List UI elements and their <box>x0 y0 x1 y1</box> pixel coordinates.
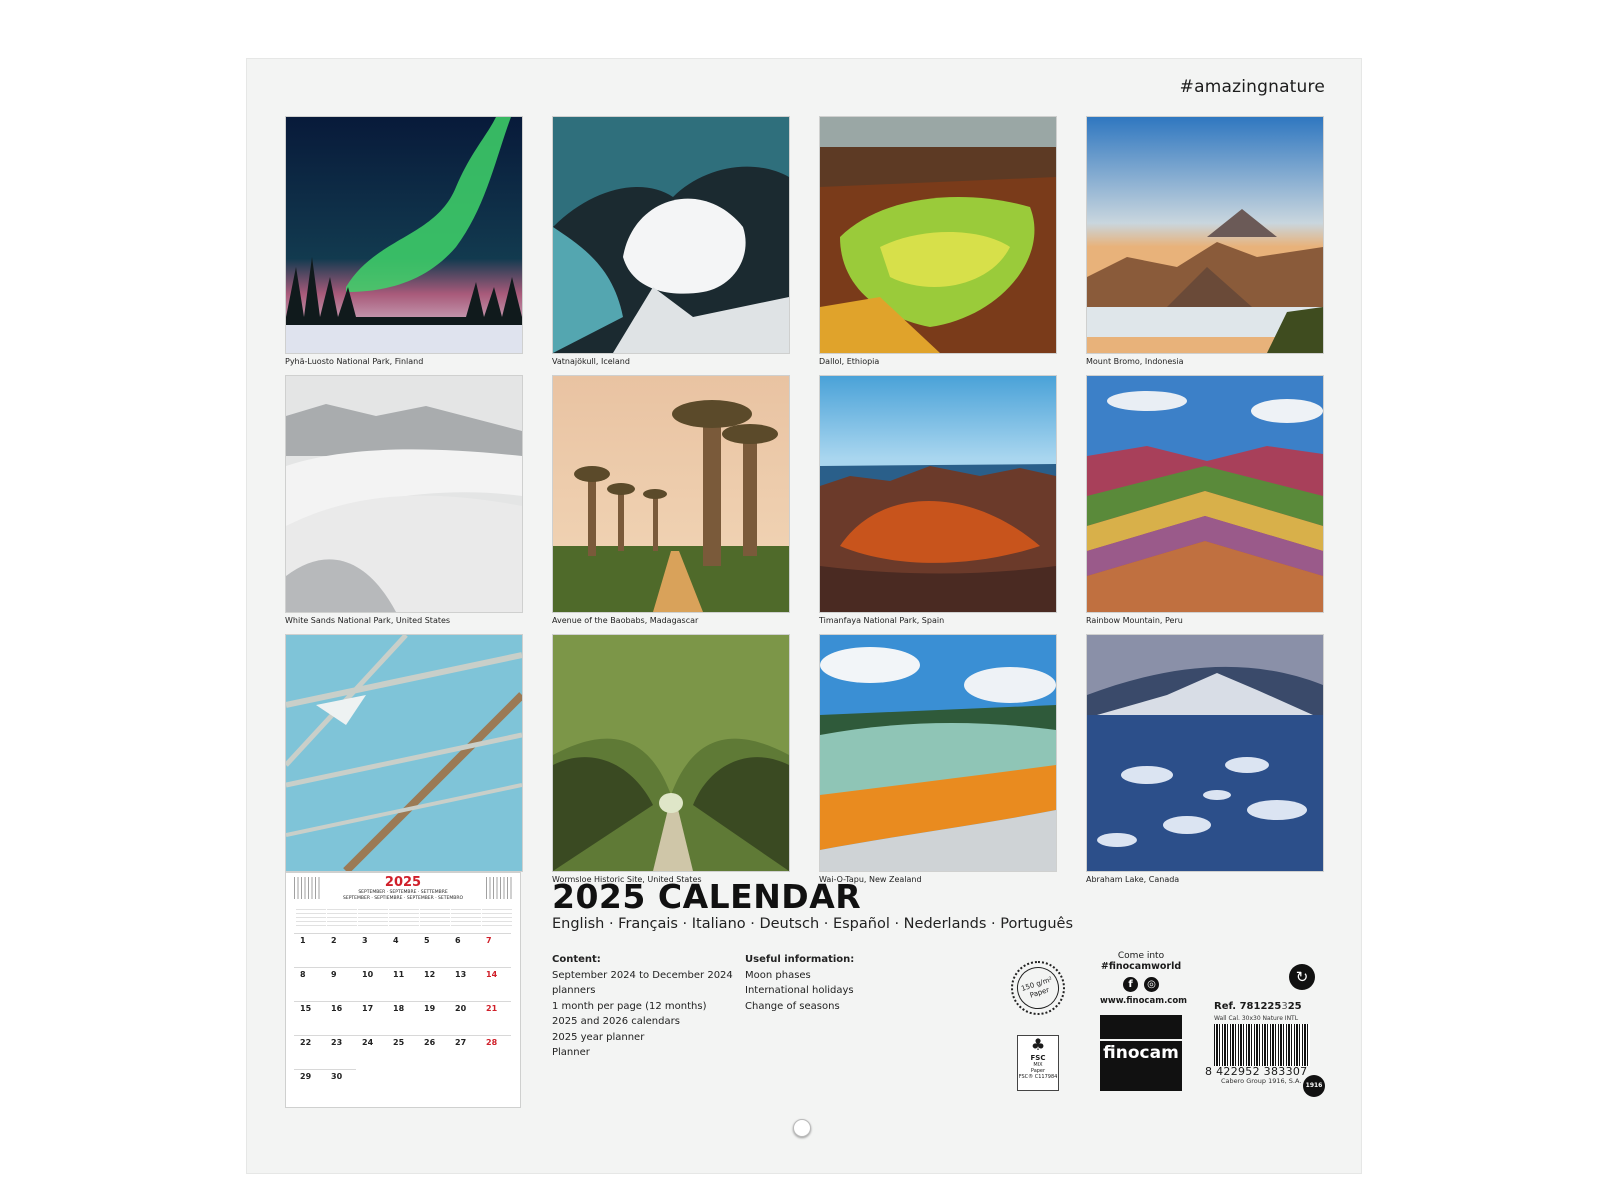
brand-bar-bottom <box>1100 1067 1182 1091</box>
day-cell: 11 <box>387 967 418 1001</box>
hashtag: #amazingnature <box>1179 77 1325 97</box>
day-cell: 16 <box>325 1001 356 1035</box>
photo-wai-o-tapu <box>819 634 1057 872</box>
facebook-icon[interactable]: f <box>1123 977 1138 992</box>
day-cell: 7 <box>480 933 511 967</box>
day-cell: 28 <box>480 1035 511 1069</box>
useful-info-list: Useful information: Moon phases Internat… <box>745 954 855 1012</box>
day-cell: 18 <box>387 1001 418 1035</box>
photo-dallol <box>819 116 1057 354</box>
photo-white-sands <box>285 375 523 613</box>
day-cell: 2 <box>325 933 356 967</box>
website-link[interactable]: www.finocam.com <box>1100 996 1187 1006</box>
recycle-icon: ↻ <box>1289 964 1315 990</box>
brand-social-block: Come into #finocamworld f ◎ www.finocam.c… <box>1100 951 1188 1006</box>
day-cell: 6 <box>449 933 480 967</box>
day-cell: 22 <box>294 1035 325 1069</box>
day-cell: 25 <box>387 1035 418 1069</box>
finocam-logo: finocam <box>1100 1039 1182 1069</box>
company-name: Cabero Group 1916, S.A. <box>1221 1077 1302 1085</box>
weekday-header <box>327 906 357 928</box>
day-cell: 5 <box>418 933 449 967</box>
photo-caption: White Sands National Park, United States <box>285 616 451 625</box>
anniversary-badge: 1916 <box>1303 1075 1325 1097</box>
photo-caption: Mount Bromo, Indonesia <box>1086 357 1184 366</box>
day-cell: 10 <box>356 967 387 1001</box>
day-cell: 12 <box>418 967 449 1001</box>
day-cell: 14 <box>480 967 511 1001</box>
photo-baobabs <box>552 375 790 613</box>
photo-abraham-lake <box>1086 634 1324 872</box>
weekday-header <box>420 906 450 928</box>
day-cell: 23 <box>325 1035 356 1069</box>
photo-aurora <box>285 116 523 354</box>
photo-ice-cave <box>552 116 790 354</box>
photo-caption: Vatnajökull, Iceland <box>552 357 630 366</box>
fsc-tree-icon: ♣ <box>1030 1035 1046 1054</box>
language-list: English · Français · Italiano · Deutsch … <box>552 916 1074 932</box>
preview-month-names: SEPTEMBER · SEPTEMBRE · SETTEMBRE SEPTEM… <box>343 890 463 901</box>
product-title: 2025 CALENDAR <box>552 877 862 916</box>
day-cell: 8 <box>294 967 325 1001</box>
weekday-header <box>296 906 326 928</box>
weekday-header <box>482 906 512 928</box>
calendar-back-cover: #amazingnature Pyhä-Luosto National Park… <box>246 58 1362 1174</box>
month-page-preview: 2025 SEPTEMBER · SEPTEMBRE · SETTEMBRE S… <box>285 872 521 1108</box>
day-cell: 20 <box>449 1001 480 1035</box>
day-cell: 4 <box>387 933 418 967</box>
photo-timanfaya <box>819 375 1057 613</box>
product-reference: Ref. 781225325 <box>1214 1001 1302 1012</box>
weekday-header <box>389 906 419 928</box>
content-list: Content: September 2024 to December 2024… <box>552 954 733 1058</box>
day-cell: 3 <box>356 933 387 967</box>
product-description: Wall Cal. 30x30 Nature INTL <box>1214 1015 1299 1022</box>
preview-year: 2025 <box>384 875 422 890</box>
weekday-header <box>358 906 388 928</box>
brand-bar-top <box>1100 1015 1182 1039</box>
day-cell: 24 <box>356 1035 387 1069</box>
day-cell: 30 <box>325 1069 356 1103</box>
photo-caption: Avenue of the Baobabs, Madagascar <box>552 616 699 625</box>
day-cell: 9 <box>325 967 356 1001</box>
day-cell: 17 <box>356 1001 387 1035</box>
photo-caption: Abraham Lake, Canada <box>1086 875 1180 884</box>
photo-salt-ponds <box>285 634 523 872</box>
day-cell: 19 <box>418 1001 449 1035</box>
day-cell: 26 <box>418 1035 449 1069</box>
weekday-header <box>451 906 481 928</box>
photo-bromo <box>1086 116 1324 354</box>
instagram-icon[interactable]: ◎ <box>1144 977 1159 992</box>
day-cell: 27 <box>449 1035 480 1069</box>
photo-caption: Rainbow Mountain, Peru <box>1086 616 1183 625</box>
day-cell: 29 <box>294 1069 325 1103</box>
day-cell: 15 <box>294 1001 325 1035</box>
photo-oak-avenue <box>552 634 790 872</box>
fsc-logo: ♣ FSC MIX Paper FSC® C117984 <box>1017 1035 1059 1091</box>
day-grid: 1 2 3 4 5 6 7 8 9 10 11 12 13 14 15 16 1… <box>294 933 514 1103</box>
day-cell: 21 <box>480 1001 511 1035</box>
day-cell: 1 <box>294 933 325 967</box>
barcode <box>1214 1024 1310 1066</box>
photo-caption: Pyhä-Luosto National Park, Finland <box>285 357 424 366</box>
day-cell: 13 <box>449 967 480 1001</box>
paper-weight-seal: 150 g/m² Paper <box>1011 961 1065 1015</box>
photo-rainbow-mountain <box>1086 375 1324 613</box>
photo-caption: Dallol, Ethiopia <box>819 357 880 366</box>
photo-caption: Timanfaya National Park, Spain <box>819 616 945 625</box>
hanging-hole <box>793 1119 811 1137</box>
